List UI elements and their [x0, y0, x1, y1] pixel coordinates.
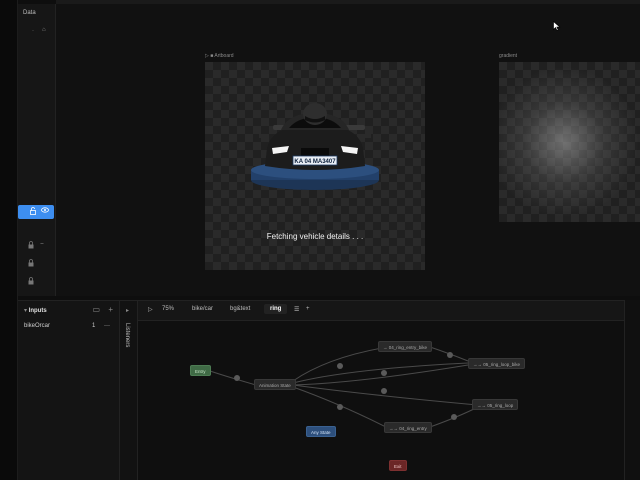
collapse-icon[interactable]: ▸: [126, 307, 129, 314]
artboard[interactable]: KA 04 MA3407 Fetching vehicle details . …: [205, 62, 425, 270]
play-icon[interactable]: ▷: [148, 306, 153, 313]
input-row[interactable]: bikeOrcar 1 —: [24, 323, 114, 329]
gradient-artboard-label[interactable]: gradient: [499, 53, 517, 59]
dot-icon: ·: [32, 28, 34, 34]
tab-bg-text[interactable]: bg&text: [230, 306, 250, 312]
visibility-off-icon[interactable]: ⌣: [40, 241, 44, 248]
inputs-header-actions: ▭ +: [93, 305, 113, 314]
minus-icon[interactable]: —: [104, 323, 110, 329]
license-plate-text: KA 04 MA3407: [294, 159, 336, 165]
hierarchy-panel: Data · ⌂ ⌣: [18, 4, 56, 296]
inputs-title: Inputs: [28, 308, 47, 314]
artboard-label[interactable]: ▷ ■ Artboard: [205, 53, 234, 59]
input-value[interactable]: 1: [92, 323, 95, 329]
listeners-label: Listeners: [124, 323, 130, 348]
folder-icon[interactable]: ▭: [93, 305, 101, 314]
add-tab-icon[interactable]: +: [306, 306, 310, 312]
status-text: Fetching vehicle details . . .: [266, 232, 364, 241]
ring-loop-node[interactable]: →→ 05_ring_loop: [472, 399, 519, 410]
input-name: bikeOrcar: [24, 323, 51, 329]
mouse-cursor-icon: [553, 21, 561, 31]
tab-bike-car[interactable]: bike/car: [192, 306, 213, 312]
listeners-panel[interactable]: ▸ Listeners: [120, 300, 138, 480]
exit-node[interactable]: Exit: [389, 460, 407, 471]
zoom-level[interactable]: 75%: [162, 306, 174, 312]
inputs-header[interactable]: ▾ Inputs: [24, 307, 47, 314]
lock-icon[interactable]: [28, 259, 36, 267]
eye-icon[interactable]: [41, 207, 49, 215]
selected-layer-row[interactable]: [18, 205, 54, 219]
animation-state-node[interactable]: Animation State: [254, 379, 296, 390]
car-illustration: KA 04 MA3407: [251, 103, 379, 190]
ring-loop-bike-node[interactable]: →→ 05_ring_loop_bike: [468, 358, 526, 369]
any-state-node[interactable]: Any State: [306, 426, 336, 437]
hierarchy-title: Data: [23, 10, 36, 16]
lock-open-icon[interactable]: [30, 207, 36, 217]
ring-entry-bike-node[interactable]: → 04_ring_entry_bike: [378, 341, 433, 352]
inputs-panel: ▾ Inputs ▭ + bikeOrcar 1 —: [18, 300, 120, 480]
add-input-icon[interactable]: +: [108, 305, 113, 314]
right-panel-edge: [624, 300, 640, 480]
gradient-artboard[interactable]: [499, 62, 640, 222]
state-machine-graph[interactable]: ▷ 75% bike/car bg&text ring ☰ + Entry An…: [138, 300, 624, 480]
tag-icon[interactable]: ⌂: [42, 27, 46, 33]
ring-entry-node[interactable]: →→ 04_ring_entry: [384, 422, 432, 433]
list-icon[interactable]: ☰: [294, 306, 299, 313]
tab-ring[interactable]: ring: [264, 304, 288, 314]
graph-tab-bar: ▷ 75% bike/car bg&text ring ☰ +: [138, 301, 624, 321]
entry-node[interactable]: Entry: [190, 365, 211, 376]
lock-icon[interactable]: [28, 241, 36, 249]
left-toolbar-strip: [0, 0, 18, 480]
lock-icon[interactable]: [28, 277, 36, 285]
